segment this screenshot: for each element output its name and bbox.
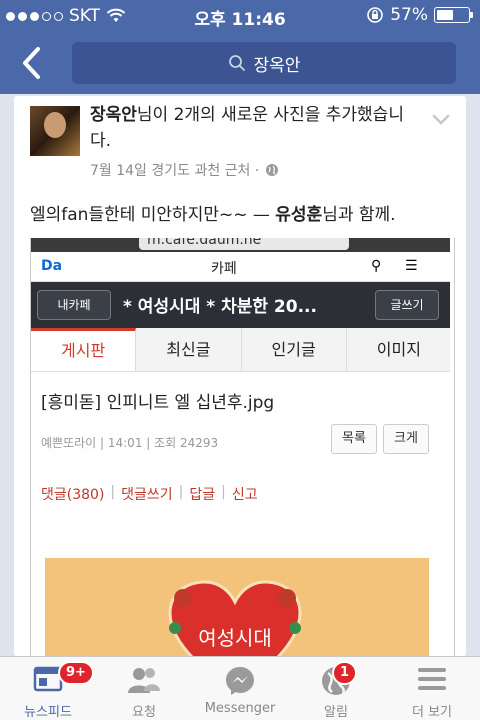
tab-label: 요청 <box>132 705 156 720</box>
post-header: 장옥안님이 2개의 새로운 사진을 추가했습니다. <box>90 102 420 154</box>
photo-cafe-titlebar: 내카페 * 여성시대 * 차분한 20... 글쓰기 <box>31 282 450 328</box>
notifications-badge: 1 <box>332 661 358 685</box>
photo-link: 댓글(380) <box>41 487 105 503</box>
newsfeed-badge: 9+ <box>58 661 94 685</box>
friend-requests-icon <box>128 668 160 693</box>
status-right: 57% <box>366 5 473 25</box>
photo-link: 답글 <box>189 487 216 503</box>
photo-list-button: 목록 <box>331 424 377 454</box>
post-photo[interactable]: m.cafe.daum.ne Da 카페 ⚲ ☰ 내카페 * 여성시대 * 차분… <box>30 238 450 656</box>
battery-percent: 57% <box>390 5 428 25</box>
photo-heart-image: 여성시대 <box>45 558 429 656</box>
post-options-chevron-icon[interactable] <box>432 114 450 126</box>
author-avatar[interactable] <box>30 106 80 156</box>
photo-comment-links: 댓글(380) | 댓글쓰기 | 답글 | 신고 <box>41 484 258 503</box>
tab-label: 알림 <box>324 705 348 720</box>
tab-newsfeed[interactable]: 9+ 뉴스피드 <box>0 657 96 720</box>
photo-post-title: [흥미돋] 인피니트 엘 십년후.jpg <box>41 393 275 413</box>
photo-link: 신고 <box>231 487 258 503</box>
photo-mycafe-button: 내카페 <box>37 290 111 320</box>
photo-browser-bar: m.cafe.daum.ne <box>31 238 450 252</box>
post-meta: 7월 14일 경기도 과천 근처 · <box>90 160 279 180</box>
photo-tab: 최신글 <box>136 328 242 371</box>
tab-notifications[interactable]: 1 알림 <box>288 657 384 720</box>
post-action-text: 님이 2개의 새로운 사진을 추가했습니다. <box>90 105 404 151</box>
more-menu-icon <box>418 668 446 690</box>
nav-bar: 장옥안 <box>0 32 480 94</box>
search-text: 장옥안 <box>253 55 301 76</box>
photo-tabs: 게시판 최신글 인기글 이미지 <box>31 328 450 372</box>
photo-cafe-header: Da 카페 ⚲ ☰ <box>31 252 450 282</box>
photo-menu-icon: ☰ <box>405 258 418 274</box>
photo-tab: 인기글 <box>242 328 347 371</box>
photo-post-meta: 예쁜또라이 | 14:01 | 조회 24293 <box>41 436 219 450</box>
tab-requests[interactable]: 요청 <box>96 657 192 720</box>
tab-label: 더 보기 <box>411 705 452 720</box>
globe-privacy-icon <box>266 164 279 176</box>
cafe-label: 카페 <box>211 261 237 277</box>
heart-text: 여성시대 <box>198 626 272 650</box>
photo-write-button: 글쓰기 <box>375 290 439 320</box>
bottom-tab-bar: 9+ 뉴스피드 요청 Messenger 1 알림 더 보기 <box>0 656 480 720</box>
second-photo-peek[interactable] <box>454 238 466 656</box>
tab-label: Messenger <box>204 701 276 716</box>
tab-more[interactable]: 더 보기 <box>384 657 480 720</box>
post-meta-text: 7월 14일 경기도 과천 근처 · <box>90 163 260 179</box>
battery-icon <box>434 7 473 23</box>
messenger-icon <box>226 667 254 695</box>
tagged-user[interactable]: 유성훈 <box>275 205 322 225</box>
photo-cafe-title: * 여성시대 * 차분한 20... <box>123 297 317 317</box>
tab-messenger[interactable]: Messenger <box>192 657 288 720</box>
post-card: 장옥안님이 2개의 새로운 사진을 추가했습니다. 7월 14일 경기도 과천 … <box>14 96 466 656</box>
daum-logo: Da <box>41 258 63 274</box>
photo-search-icon: ⚲ <box>371 258 382 274</box>
photo-zoom-button: 크게 <box>383 424 429 454</box>
photo-url: m.cafe.daum.ne <box>139 238 349 250</box>
rotation-lock-icon <box>367 7 384 23</box>
photo-tab: 이미지 <box>376 340 421 359</box>
status-bar: SKT 오후 11:46 57% <box>0 0 480 32</box>
author-name[interactable]: 장옥안 <box>90 105 137 125</box>
caption-main: 엘의fan들한테 미안하지만~~ — <box>30 205 276 225</box>
caption-end: 님과 함께. <box>322 205 396 225</box>
photo-link: 댓글쓰기 <box>121 487 173 503</box>
search-field[interactable]: 장옥안 <box>72 42 456 84</box>
tab-label: 뉴스피드 <box>24 705 72 720</box>
search-icon <box>228 55 245 71</box>
back-chevron-icon[interactable] <box>18 46 48 80</box>
photo-tab: 게시판 <box>31 328 137 371</box>
post-caption: 엘의fan들한테 미안하지만~~ — 유성훈님과 함께. <box>30 200 396 225</box>
